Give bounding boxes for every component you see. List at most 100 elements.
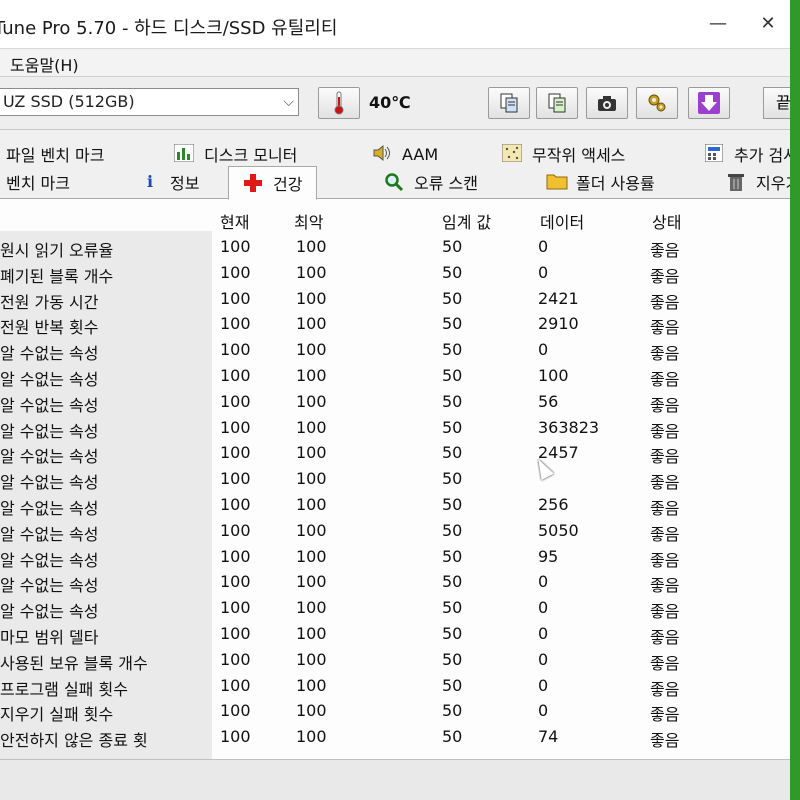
cell-data: 0 [538, 262, 549, 282]
cell-data: 0 [538, 675, 549, 695]
cell-attribute: 알 수없는 속성 [0, 524, 99, 544]
tab-extra-tests[interactable]: 추가 검사 [704, 142, 790, 166]
cell-status: 좋음 [650, 344, 680, 364]
cell-data: 2421 [538, 288, 579, 308]
options-button[interactable] [636, 87, 678, 119]
cell-status: 좋음 [650, 473, 680, 493]
table-row[interactable]: 알 수없는 속성 100 100 50 256 좋음 [0, 493, 790, 519]
header-data[interactable]: 데이터 [540, 209, 584, 233]
cell-current: 100 [220, 495, 251, 514]
temperature-button[interactable] [318, 87, 360, 119]
cell-status: 좋음 [650, 421, 680, 441]
cell-current: 100 [220, 675, 251, 695]
cell-threshold: 50 [442, 520, 463, 540]
table-row[interactable]: 알 수없는 속성 100 100 50 100 좋음 [0, 364, 790, 390]
table-row[interactable]: 알 수없는 속성 100 100 50 5050 좋음 [0, 519, 790, 545]
tab-erase[interactable]: 지우기 [726, 168, 790, 196]
tab-file-benchmark[interactable]: 파일 벤치 마크 [6, 142, 105, 166]
drive-select-value: UZ SSD (512GB) [3, 92, 135, 111]
table-row[interactable]: 사용된 보유 블록 개수 100 100 50 0 좋음 [0, 648, 790, 674]
cell-threshold: 50 [442, 675, 463, 695]
cell-current: 100 [220, 701, 251, 721]
cell-worst: 100 [296, 262, 327, 282]
cell-attribute: 알 수없는 속성 [0, 395, 99, 415]
table-row[interactable]: 원시 읽기 오류율 100 100 50 0 좋음 [0, 235, 790, 261]
table-row[interactable]: 알 수없는 속성 100 100 50 95 좋음 [0, 545, 790, 571]
tab-folder-usage[interactable]: 폴더 사용률 [546, 168, 655, 196]
cell-threshold: 50 [442, 598, 463, 618]
tab-row-2: 벤치 마크 i 정보 건강 오류 스캔 폴더 사용률 지우 [0, 166, 790, 200]
cell-current: 100 [220, 340, 251, 360]
cell-data: 74 [538, 727, 559, 747]
menu-help[interactable]: 도움말(H) [10, 52, 79, 76]
cell-attribute: 전원 가동 시간 [0, 292, 99, 312]
bottom-strip [0, 759, 790, 800]
cell-data: 0 [538, 598, 549, 618]
cell-status: 좋음 [650, 370, 680, 389]
thermometer-icon [334, 91, 344, 115]
cell-attribute: 프로그램 실패 횟수 [0, 679, 128, 699]
tab-disk-monitor[interactable]: 디스크 모니터 [173, 142, 297, 166]
cell-status: 좋음 [650, 705, 680, 725]
cell-worst: 100 [296, 675, 327, 695]
cell-current: 100 [220, 727, 251, 747]
cell-threshold: 50 [442, 391, 463, 411]
cell-current: 100 [220, 572, 251, 592]
tab-random-access[interactable]: 무작위 액세스 [501, 142, 625, 166]
cell-current: 100 [220, 598, 251, 618]
header-current[interactable]: 현재 [220, 209, 249, 233]
tab-health[interactable]: 건강 [228, 166, 318, 200]
cell-data: 0 [538, 572, 549, 592]
cell-status: 좋음 [650, 653, 680, 673]
cell-status: 좋음 [650, 499, 680, 518]
table-row[interactable]: 알 수없는 속성 100 100 50 56 좋음 [0, 390, 790, 416]
header-threshold[interactable]: 임계 값 [442, 209, 491, 233]
calculator-icon [704, 143, 724, 164]
header-worst[interactable]: 최악 [294, 209, 323, 233]
cell-worst: 100 [296, 391, 327, 411]
cell-attribute: 알 수없는 속성 [0, 370, 99, 389]
close-button[interactable]: ✕ [748, 8, 788, 40]
folder-icon [546, 172, 568, 192]
scatter-grid-icon [501, 143, 523, 164]
app-window: Tune Pro 5.70 - 하드 디스크/SSD 유틸리티 — ✕ 도움말(… [0, 0, 790, 800]
table-row[interactable]: 알 수없는 속성 100 100 50 0 좋음 [0, 596, 790, 622]
tab-aam[interactable]: AAM [372, 142, 438, 166]
cell-threshold: 50 [442, 701, 463, 721]
cell-attribute: 알 수없는 속성 [0, 421, 99, 441]
table-row[interactable]: 지우기 실패 횟수 100 100 50 0 좋음 [0, 699, 790, 725]
cell-data: 100 [538, 366, 569, 385]
table-row[interactable]: 알 수없는 속성 100 100 50 363823 좋음 [0, 416, 790, 442]
table-row[interactable]: 마모 범위 델타 100 100 50 0 좋음 [0, 622, 790, 648]
tab-benchmark[interactable]: 벤치 마크 [6, 168, 70, 196]
table-row[interactable]: 프로그램 실패 횟수 100 100 50 0 좋음 [0, 674, 790, 700]
cell-threshold: 50 [442, 649, 463, 669]
table-row[interactable]: 안전하지 않은 종료 횟 100 100 50 74 좋음 [0, 725, 790, 751]
cell-current: 100 [220, 314, 251, 334]
minimize-button[interactable]: — [698, 8, 738, 40]
table-row[interactable]: 알 수없는 속성 100 100 50 2457 좋음 [0, 441, 790, 467]
cell-attribute: 지우기 실패 횟수 [0, 705, 114, 725]
table-row[interactable]: 전원 가동 시간 100 100 50 2421 좋음 [0, 287, 790, 313]
table-row[interactable]: 폐기된 블록 개수 100 100 50 0 좋음 [0, 261, 790, 287]
header-status[interactable]: 상태 [652, 209, 681, 233]
tab-error-scan[interactable]: 오류 스캔 [384, 168, 478, 196]
save-button[interactable] [688, 87, 730, 119]
cell-status: 좋음 [650, 266, 680, 286]
cell-worst: 100 [296, 520, 327, 540]
table-row[interactable]: 알 수없는 속성 100 100 50 좋음 [0, 467, 790, 493]
tab-info[interactable]: i 정보 [140, 168, 200, 196]
speaker-icon [372, 144, 392, 164]
cell-current: 100 [220, 546, 251, 566]
copy-all-button[interactable] [536, 87, 578, 119]
copy-button[interactable] [488, 87, 530, 119]
cell-worst: 100 [296, 314, 327, 334]
table-row[interactable]: 알 수없는 속성 100 100 50 0 좋음 [0, 570, 790, 596]
screenshot-button[interactable] [586, 87, 628, 119]
exit-button[interactable]: 끝나 [763, 87, 790, 119]
tab-label: 지우기 [756, 174, 790, 193]
drive-select[interactable]: UZ SSD (512GB) ⌵ [0, 88, 299, 116]
cell-attribute: 알 수없는 속성 [0, 576, 99, 596]
table-row[interactable]: 전원 반복 횟수 100 100 50 2910 좋음 [0, 312, 790, 338]
table-row[interactable]: 알 수없는 속성 100 100 50 0 좋음 [0, 338, 790, 364]
